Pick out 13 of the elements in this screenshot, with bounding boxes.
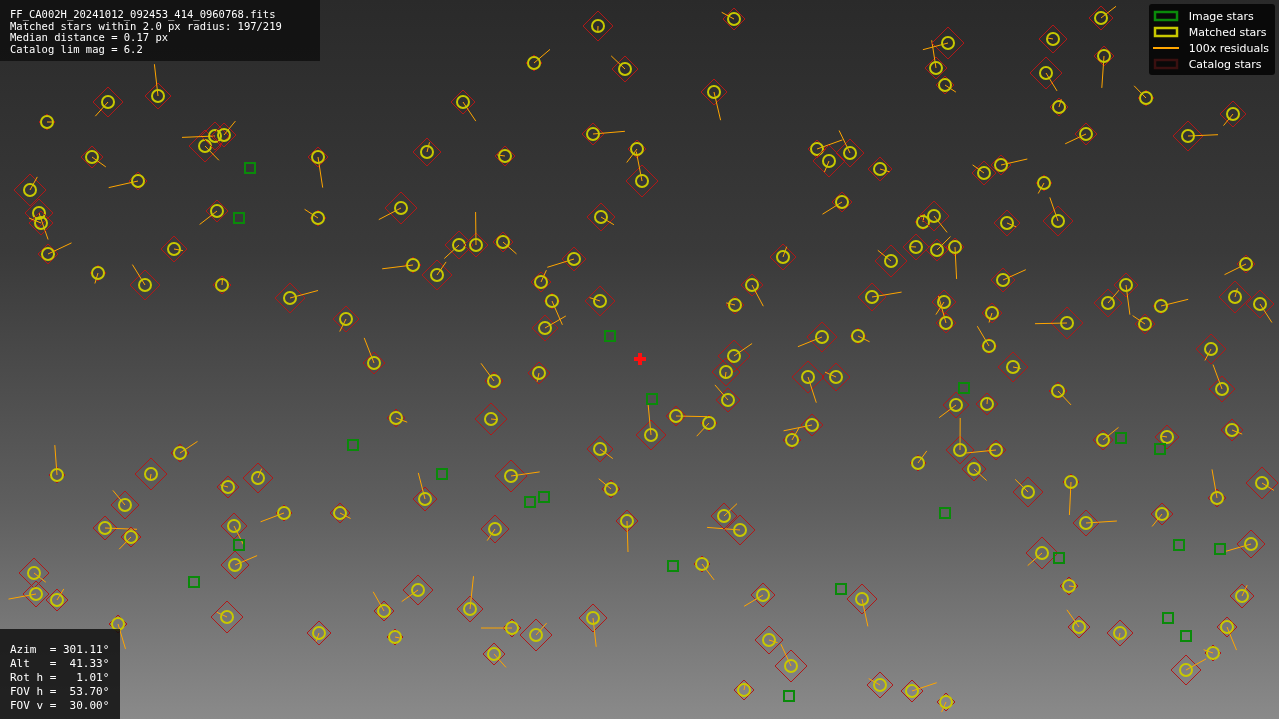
legend-label: Matched stars (1188, 25, 1267, 39)
info-text: Azim = 301.11° (10, 643, 111, 657)
info-text: FF_CA002H_20241012_092453_414_0960768.fits (10, 9, 277, 21)
info-text: Catalog lim mag = 6.2 (10, 43, 144, 55)
info-text: FOV v = 30.00° (10, 699, 111, 713)
legend-label: Image stars (1188, 9, 1254, 23)
info-text: Alt = 41.33° (10, 657, 111, 671)
info-text: Matched stars within 2.0 px radius: 197/219 (10, 20, 283, 32)
legend-label: Catalog stars (1188, 57, 1262, 71)
info-text: FOV h = 53.70° (10, 685, 111, 699)
legend-label: 100x residuals (1188, 41, 1269, 55)
info-text: Rot h = 1.01° (10, 671, 111, 685)
info-text: Median distance = 0.17 px (10, 32, 169, 44)
